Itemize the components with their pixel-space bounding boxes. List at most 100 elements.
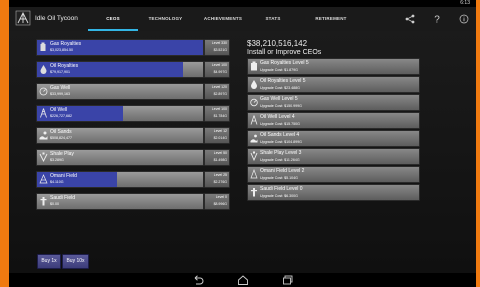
- ceo-row-oil-royalties[interactable]: Oil Royalties Level 5 Upgrade Cost: $23.…: [247, 76, 420, 93]
- buy-1x-button[interactable]: Buy 1x: [37, 254, 61, 269]
- action-bar: Idle Oil Tycoon CEOS TECHNOLOGY ACHIEVEM…: [9, 7, 476, 32]
- level-cost: $4.997G: [213, 70, 227, 74]
- level-label: Level 0: [215, 195, 227, 199]
- business-row-shale-play[interactable]: Shale Play $3.289G: [36, 149, 204, 166]
- action-icons: ?: [404, 7, 470, 31]
- home-icon[interactable]: [237, 275, 249, 285]
- ceo-name: Oil Well Level 4: [260, 114, 295, 120]
- business-name: Oil Well: [50, 107, 68, 113]
- shale-icon: [250, 151, 258, 161]
- buy-10x-button[interactable]: Buy 10x: [62, 254, 89, 269]
- ceo-name: Gas Well Level 5: [260, 96, 298, 102]
- level-up-button-oil-royalties[interactable]: Level 100 $4.997G: [204, 61, 230, 78]
- business-value: $226,727,682: [50, 114, 72, 118]
- ceo-row-omani-field[interactable]: Omani Field Level 2 Upgrade Cost: $5.104…: [247, 166, 420, 183]
- ceo-cost: Upgrade Cost: $6.300G: [260, 193, 298, 198]
- gas-can-icon: [40, 42, 46, 51]
- business-value: $508,824,477: [50, 136, 72, 140]
- business-row-oil-sands[interactable]: Oil Sands $508,824,477: [36, 127, 204, 144]
- tab-ceos[interactable]: CEOS: [88, 7, 138, 31]
- level-up-button-oil-sands[interactable]: Level 12 $2.014G: [204, 127, 230, 144]
- business-name: Shale Play: [50, 151, 74, 157]
- ceo-row-oil-well[interactable]: Oil Well Level 4 Upgrade Cost: $15.750G: [247, 112, 420, 129]
- app-window: 6:13 Idle Oil Tycoon CEOS TECHNOLOGY ACH…: [9, 0, 476, 287]
- shale-icon: [39, 152, 48, 162]
- info-icon[interactable]: [458, 13, 470, 25]
- business-row-gas-well[interactable]: Gas Well $33,999,163: [36, 83, 204, 100]
- ceo-row-saudi-field[interactable]: Saudi Field Level 0 Upgrade Cost: $6.300…: [247, 184, 420, 201]
- ceo-cost: Upgrade Cost: $23.488G: [260, 85, 300, 90]
- ceo-row-gas-well[interactable]: Gas Well Level 5 Upgrade Cost: $150.999G: [247, 94, 420, 111]
- level-up-button-shale-play[interactable]: Level 50 $1.498G: [204, 149, 230, 166]
- tab-bar: CEOS TECHNOLOGY ACHIEVEMENTS STATS RETIR…: [88, 7, 369, 31]
- level-label: Level 100: [211, 63, 227, 67]
- level-label: Level 120: [211, 85, 227, 89]
- recent-apps-icon[interactable]: [282, 275, 294, 285]
- level-label: Level 330: [211, 41, 227, 45]
- level-cost: $2.276G: [213, 180, 227, 184]
- level-cost: $1.498G: [213, 158, 227, 162]
- ceo-cost: Upgrade Cost: $150.999G: [260, 103, 302, 108]
- back-icon[interactable]: [192, 275, 204, 285]
- level-label: Level 25: [213, 173, 227, 177]
- level-up-button-omani-field[interactable]: Level 25 $2.276G: [204, 171, 230, 188]
- saudi-icon: [251, 188, 257, 197]
- business-name: Saudi Field: [50, 195, 76, 201]
- ceo-name: Shale Play Level 3: [260, 150, 302, 156]
- business-name: Gas Royalties: [50, 41, 82, 47]
- status-time: 6:13: [460, 0, 470, 6]
- business-value: $4.110G: [50, 180, 64, 184]
- svg-text:?: ?: [434, 15, 440, 25]
- ceo-row-oil-sands[interactable]: Oil Sands Level 4 Upgrade Cost: $104.899…: [247, 130, 420, 147]
- business-value: $79,917,901: [50, 70, 70, 74]
- ceo-name: Oil Royalties Level 5: [260, 78, 306, 84]
- level-cost: $3.521G: [213, 48, 227, 52]
- ceo-cost: Upgrade Cost: $1.879G: [260, 67, 298, 72]
- gauge-icon: [39, 87, 48, 96]
- ceo-name: Gas Royalties Level 5: [260, 60, 309, 66]
- derrick-icon: [40, 108, 47, 118]
- business-name: Gas Well: [50, 85, 71, 91]
- ceo-name: Omani Field Level 2: [260, 168, 305, 174]
- tab-technology[interactable]: TECHNOLOGY: [138, 7, 193, 31]
- ceo-row-shale-play[interactable]: Shale Play Level 3 Upgrade Cost: $11.264…: [247, 148, 420, 165]
- oil-drop-icon: [251, 80, 257, 89]
- gauge-icon: [250, 98, 258, 107]
- ceo-row-gas-royalties[interactable]: Gas Royalties Level 5 Upgrade Cost: $1.8…: [247, 58, 420, 75]
- level-label: Level 50: [213, 151, 227, 155]
- app-title: Idle Oil Tycoon: [35, 15, 78, 22]
- ceo-cost: Upgrade Cost: $104.899G: [260, 139, 302, 144]
- business-row-saudi-field[interactable]: Saudi Field $0.00: [36, 193, 204, 210]
- business-name: Oil Sands: [50, 129, 72, 135]
- business-row-oil-royalties[interactable]: Oil Royalties $79,917,901: [36, 61, 204, 78]
- business-value: $0.00: [50, 202, 59, 206]
- derrick-icon: [250, 115, 258, 125]
- level-up-button-saudi-field[interactable]: Level 0 $8.996G: [204, 193, 230, 210]
- level-up-button-gas-well[interactable]: Level 120 $2.897G: [204, 83, 230, 100]
- app-logo-icon[interactable]: [15, 10, 31, 26]
- level-label: Level 100: [211, 107, 227, 111]
- business-row-oil-well[interactable]: Oil Well $226,727,682: [36, 105, 204, 122]
- field-icon: [39, 174, 48, 184]
- level-cost: $8.996G: [213, 202, 227, 206]
- tab-stats[interactable]: STATS: [253, 7, 293, 31]
- business-value: $3,023,854.50: [50, 48, 73, 52]
- level-up-button-oil-well[interactable]: Level 100 $1.784G: [204, 105, 230, 122]
- business-row-gas-royalties[interactable]: Gas Royalties $3,023,854.50: [36, 39, 204, 56]
- level-cost: $2.014G: [213, 136, 227, 140]
- business-row-omani-field[interactable]: Omani Field $4.110G: [36, 171, 204, 188]
- sands-icon: [250, 134, 258, 143]
- share-icon[interactable]: [404, 13, 416, 25]
- help-icon[interactable]: ?: [431, 13, 443, 25]
- tab-retirement[interactable]: RETIREMENT: [293, 7, 369, 31]
- business-name: Oil Royalties: [50, 63, 79, 69]
- field-icon: [250, 169, 258, 179]
- sands-icon: [39, 131, 48, 140]
- nav-bar: [9, 273, 476, 287]
- tab-achievements[interactable]: ACHIEVEMENTS: [193, 7, 253, 31]
- oil-drop-icon: [40, 65, 47, 74]
- level-up-button-gas-royalties[interactable]: Level 330 $3.521G: [204, 39, 230, 56]
- level-cost: $2.897G: [213, 92, 227, 96]
- ceo-name: Saudi Field Level 0: [260, 186, 303, 192]
- level-cost: $1.784G: [213, 114, 227, 118]
